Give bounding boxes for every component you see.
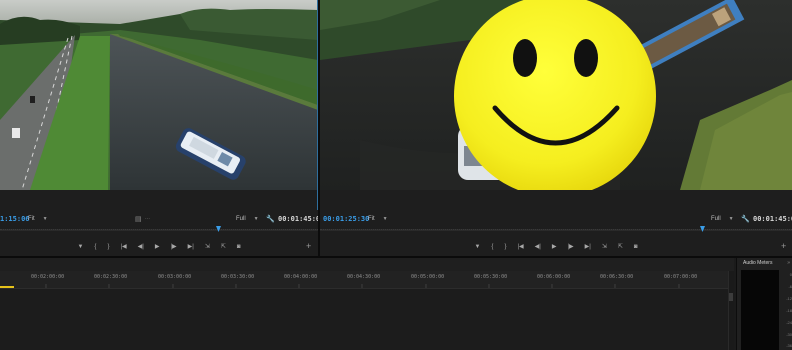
timeline-header <box>0 258 734 271</box>
add-button-icon[interactable]: + <box>781 241 786 251</box>
scale-label: -12 <box>786 296 792 301</box>
source-video-frame[interactable] <box>0 0 318 190</box>
add-button-icon[interactable]: + <box>306 241 311 251</box>
scale-label: -6 <box>788 284 792 289</box>
audio-meter-display <box>741 270 779 350</box>
marker-icon[interactable]: ▼ <box>77 244 83 250</box>
audio-meters-header: Audio Meters » <box>737 258 792 268</box>
ruler-label: 00:06:00:00 <box>537 274 571 280</box>
ruler-label: 00:05:00:00 <box>411 274 445 280</box>
program-video-frame[interactable] <box>320 0 792 190</box>
wrench-icon[interactable]: 🔧 <box>266 215 275 223</box>
wrench-icon[interactable]: 🔧 <box>741 215 750 223</box>
program-timecode-duration: 00:01:45:02 <box>753 215 792 223</box>
go-to-in-icon[interactable]: |◀ <box>120 244 126 250</box>
program-transport-controls: ▼ { } |◀ ◀| ▶ |▶ ▶| ⇲ ⇱ ◙ <box>320 240 792 254</box>
mark-in-icon[interactable]: { <box>491 244 493 250</box>
ruler-label: 00:06:30:00 <box>600 274 634 280</box>
step-back-icon[interactable]: ◀| <box>138 244 144 250</box>
export-frame-icon[interactable]: ◙ <box>634 244 638 250</box>
step-forward-icon[interactable]: |▶ <box>567 244 573 250</box>
step-back-icon[interactable]: ◀| <box>535 244 541 250</box>
go-to-in-icon[interactable]: |◀ <box>517 244 523 250</box>
chevron-down-icon: ▼ <box>382 216 388 222</box>
chevron-down-icon: ▼ <box>42 216 48 222</box>
marker-icon[interactable]: ▼ <box>474 244 480 250</box>
time-ruler[interactable]: 00:02:00:00 00:02:30:00 00:03:00:00 00:0… <box>0 271 728 289</box>
program-quality-select[interactable]: Full ▼ <box>711 216 734 222</box>
extract-icon[interactable]: ⇱ <box>618 244 623 250</box>
step-forward-icon[interactable]: |▶ <box>170 244 176 250</box>
scale-label: -36 <box>786 343 792 348</box>
timeline-panel: 00:02:00:00 00:02:30:00 00:03:00:00 00:0… <box>0 258 734 350</box>
panel-tab-overflow-icon[interactable]: » <box>787 260 790 266</box>
insert-icon[interactable]: ⇲ <box>205 244 210 250</box>
export-frame-icon[interactable]: ◙ <box>237 244 241 250</box>
ruler-ticks <box>45 284 680 288</box>
go-to-out-icon[interactable]: ▶| <box>188 244 194 250</box>
mark-out-icon[interactable]: } <box>107 244 109 250</box>
source-transport-controls: ▼ { } |◀ ◀| ▶ |▶ ▶| ⇲ ⇱ ◙ <box>0 240 318 254</box>
program-quality-label: Full <box>711 216 721 222</box>
chevron-down-icon: ▼ <box>253 216 259 222</box>
source-scrub-bar[interactable] <box>0 226 318 234</box>
source-zoom-select[interactable]: Fit ▼ <box>28 216 48 222</box>
ruler-label: 00:02:30:00 <box>94 274 128 280</box>
source-timecode-current[interactable]: 1:15:06 <box>0 215 30 223</box>
mark-in-icon[interactable]: { <box>94 244 96 250</box>
source-video-image <box>0 0 318 190</box>
audio-meter-scale: 0 -6 -12 -18 -24 -30 -36 <box>783 270 792 350</box>
ruler-label: 00:03:30:00 <box>221 274 255 280</box>
ruler-label: 00:02:00:00 <box>31 274 65 280</box>
source-monitor: 1:15:06 Fit ▼ ▤ ⋯ Full ▼ 🔧 00:01:45:02 ▼… <box>0 0 324 256</box>
scale-label: -24 <box>786 320 792 325</box>
audio-meters-tab[interactable]: Audio Meters <box>743 260 772 266</box>
ruler-label: 00:03:00:00 <box>158 274 192 280</box>
play-icon[interactable]: ▶ <box>155 244 160 250</box>
program-zoom-label: Fit <box>368 216 375 222</box>
program-video-image <box>320 0 792 190</box>
audio-meters-panel: Audio Meters » 0 -6 -12 -18 -24 -30 -36 <box>736 258 792 350</box>
scale-label: -18 <box>786 308 792 313</box>
drag-video-icon[interactable]: ▤ <box>135 215 142 223</box>
smiley-face-overlay <box>454 0 656 190</box>
lift-icon[interactable]: ⇲ <box>602 244 607 250</box>
source-quality-select[interactable]: Full ▼ <box>236 216 259 222</box>
ruler-label: 00:04:30:00 <box>347 274 381 280</box>
ruler-label: 00:07:00:00 <box>664 274 698 280</box>
mark-out-icon[interactable]: } <box>504 244 506 250</box>
play-icon[interactable]: ▶ <box>552 244 557 250</box>
program-timecode-current[interactable]: 00:01:25:30 <box>323 215 369 223</box>
program-scrub-bar[interactable] <box>320 226 792 234</box>
program-zoom-select[interactable]: Fit ▼ <box>368 216 388 222</box>
source-zoom-label: Fit <box>28 216 35 222</box>
source-controls-row: 1:15:06 Fit ▼ ▤ ⋯ Full ▼ 🔧 00:01:45:02 <box>0 212 324 226</box>
work-area-marker[interactable] <box>0 286 14 288</box>
chevron-down-icon: ▼ <box>728 216 734 222</box>
program-controls-row: 00:01:25:30 Fit ▼ Full ▼ 🔧 00:01:45:02 <box>320 212 792 226</box>
timeline-scroll-thumb[interactable] <box>729 293 733 301</box>
ruler-label: 00:04:00:00 <box>284 274 318 280</box>
timeline-scrollbar[interactable] <box>728 271 734 350</box>
scale-label: -30 <box>786 332 792 337</box>
program-monitor: 00:01:25:30 Fit ▼ Full ▼ 🔧 00:01:45:02 ▼… <box>320 0 792 256</box>
ruler-label: 00:05:30:00 <box>474 274 508 280</box>
source-quality-label: Full <box>236 216 246 222</box>
go-to-out-icon[interactable]: ▶| <box>585 244 591 250</box>
overwrite-icon[interactable]: ⇱ <box>221 244 226 250</box>
drag-audio-icon[interactable]: ⋯ <box>145 216 150 222</box>
